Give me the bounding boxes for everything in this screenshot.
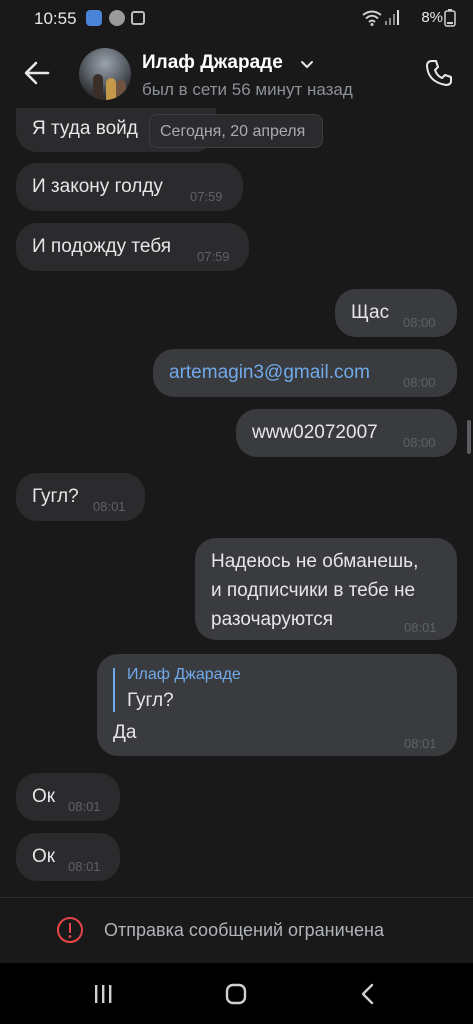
signal-icon (385, 10, 399, 25)
message-bubble-incoming[interactable]: И закону голду 07:59 (16, 163, 243, 211)
scrollbar[interactable] (467, 420, 471, 454)
message-bubble-outgoing[interactable]: Надеюсь не обманешь, и подписчики в тебе… (195, 538, 457, 640)
message-time: 07:59 (190, 189, 223, 204)
message-time: 08:01 (68, 859, 101, 874)
chat-header: Илаф Джараде был в сети 56 минут назад (0, 40, 473, 110)
message-bubble-incoming[interactable]: Ок 08:01 (16, 833, 120, 881)
status-bar: 10:55 8% (0, 0, 473, 40)
presence-status: был в сети 56 минут назад (142, 80, 353, 99)
warning-icon (57, 917, 83, 943)
notification-bird-icon (109, 10, 125, 26)
message-text: И закону голду (32, 176, 163, 197)
message-text: www02072007 (252, 422, 378, 443)
battery-icon (444, 9, 456, 27)
message-bubble-incoming[interactable]: И подожду тебя 07:59 (16, 223, 249, 271)
nav-back-icon[interactable] (354, 979, 384, 1009)
message-text: И подожду тебя (32, 236, 171, 257)
notification-square-icon (131, 11, 145, 25)
message-time: 08:01 (404, 736, 437, 751)
battery-percent: 8% (421, 9, 443, 26)
home-icon[interactable] (221, 979, 251, 1009)
message-time: 08:00 (403, 435, 436, 450)
wifi-icon (362, 10, 382, 26)
message-time: 08:00 (403, 315, 436, 330)
message-time: 08:01 (404, 620, 437, 635)
notification-app-icon (86, 10, 102, 26)
message-time: 08:01 (93, 499, 126, 514)
avatar[interactable] (79, 48, 131, 100)
message-bubble-incoming[interactable]: Гугл? 08:01 (16, 473, 145, 521)
system-nav-bar (0, 963, 473, 1024)
reply-text: Гугл? (127, 690, 174, 711)
phone-icon[interactable] (424, 58, 454, 88)
message-bubble-incoming[interactable]: Ок 08:01 (16, 773, 120, 821)
message-text-line: Надеюсь не обманешь, (211, 551, 419, 572)
message-bubble-outgoing[interactable]: www02072007 08:00 (236, 409, 457, 457)
message-text: Ок (32, 846, 56, 867)
message-text: Гугл? (32, 486, 79, 507)
message-text-line: разочаруются (211, 609, 333, 630)
email-link[interactable]: artemagin3@gmail.com (169, 362, 370, 384)
back-arrow-icon[interactable] (22, 58, 52, 88)
message-time: 08:01 (68, 799, 101, 814)
reply-quote-bar (113, 668, 115, 712)
restricted-banner: Отправка сообщений ограничена (0, 897, 473, 964)
message-bubble-outgoing[interactable]: Щас 08:00 (335, 289, 457, 337)
chevron-down-icon[interactable] (300, 60, 314, 70)
message-text: Да (113, 722, 137, 743)
message-bubble-outgoing-reply[interactable]: Илаф Джараде Гугл? Да 08:01 (97, 654, 457, 756)
message-text-line: и подписчики в тебе не (211, 580, 416, 601)
message-text: Я туда войд (32, 118, 138, 139)
message-bubble-outgoing[interactable]: artemagin3@gmail.com 08:00 (153, 349, 457, 397)
message-time: 08:00 (403, 375, 436, 390)
date-separator: Сегодня, 20 апреля (149, 114, 323, 148)
contact-name[interactable]: Илаф Джараде (142, 52, 283, 74)
message-time: 07:59 (197, 249, 230, 264)
status-time: 10:55 (34, 9, 77, 28)
message-text: Ок (32, 786, 56, 807)
recent-apps-icon[interactable] (88, 979, 118, 1009)
reply-author[interactable]: Илаф Джараде (127, 666, 241, 684)
message-text: Щас (351, 302, 390, 323)
date-separator-text: Сегодня, 20 апреля (160, 123, 306, 140)
restricted-text: Отправка сообщений ограничена (104, 920, 384, 940)
